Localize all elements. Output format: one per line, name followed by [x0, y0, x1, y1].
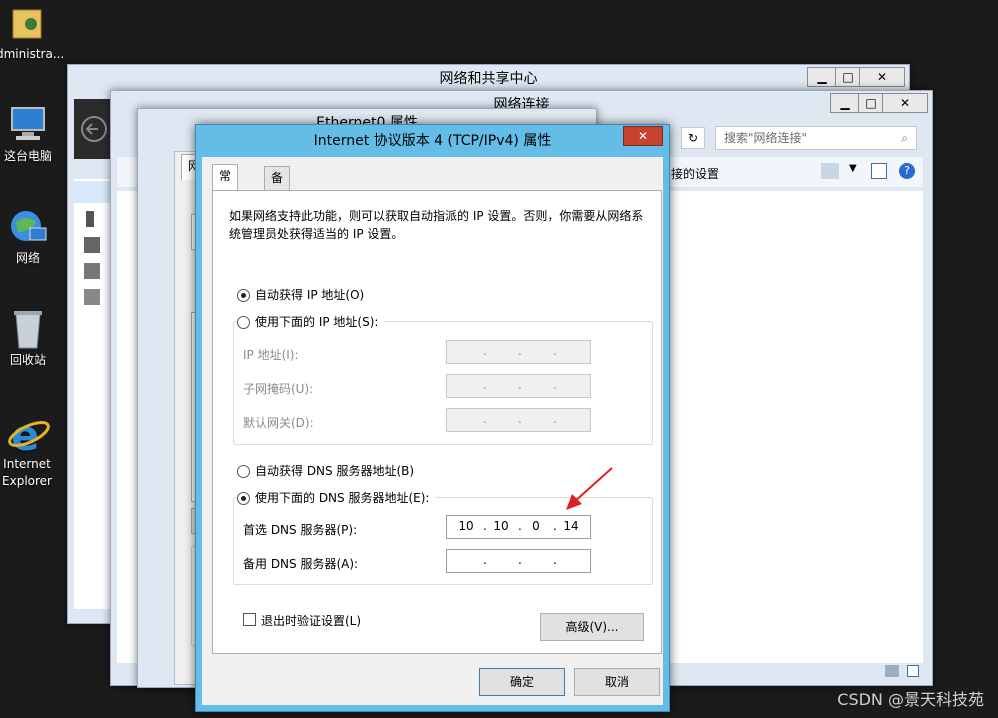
- minimize-button[interactable]: ▁: [830, 93, 860, 113]
- desktop-icon-label: 网络: [15, 251, 40, 265]
- desktop-icon-this-pc[interactable]: 这台电脑: [0, 104, 59, 165]
- search-icon: ⌕: [901, 131, 908, 145]
- left-nav-panel: [74, 179, 114, 609]
- desktop-icon-label: 这台电脑: [3, 149, 52, 163]
- watermark-text: CSDN @景天科技苑: [837, 690, 984, 709]
- ok-button[interactable]: 确定: [479, 668, 565, 696]
- recycle-bin-icon: [8, 308, 48, 349]
- preferred-dns-field[interactable]: 10 . 10 . 0 . 14: [446, 515, 591, 539]
- toolbar-settings-link[interactable]: 接的设置: [671, 165, 719, 182]
- desktop-icon-label: 回收站: [9, 353, 46, 367]
- refresh-icon[interactable]: ↻: [681, 127, 705, 149]
- desktop-icon-label: Explorer: [2, 474, 52, 488]
- back-button[interactable]: [74, 99, 114, 159]
- tab-alternate-config[interactable]: 备用配置: [264, 166, 291, 251]
- search-input[interactable]: 搜索"网络连接" ⌕: [715, 126, 917, 150]
- details-view-icon[interactable]: [885, 665, 899, 677]
- maximize-button[interactable]: □: [858, 93, 884, 113]
- nav-icon-grid[interactable]: [74, 181, 114, 203]
- alternate-dns-label: 备用 DNS 服务器(A):: [243, 557, 359, 571]
- dialog-close-button[interactable]: ✕: [623, 126, 663, 146]
- desktop-icon-label: dministra...: [0, 47, 65, 61]
- desktop-icon-administrator[interactable]: dministra...: [0, 2, 65, 63]
- subnet-mask-label: 子网掩码(U):: [243, 382, 314, 396]
- ip-address-field[interactable]: . . .: [446, 340, 591, 364]
- subnet-mask-field[interactable]: . . .: [446, 374, 591, 398]
- desktop-icon-internet-explorer[interactable]: e Internet Explorer: [0, 411, 58, 490]
- close-button[interactable]: ✕: [859, 67, 905, 87]
- validate-on-exit-checkbox[interactable]: [243, 613, 256, 626]
- computer-icon: [8, 104, 48, 144]
- preview-pane-icon[interactable]: [871, 163, 887, 179]
- ipv4-properties-dialog[interactable]: Internet 协议版本 4 (TCP/IPv4) 属性 ✕ 常规 备用配置 …: [195, 124, 670, 712]
- window-title: 网络和共享中心: [439, 71, 538, 87]
- annotation-arrow-icon: [566, 467, 613, 510]
- alternate-dns-field[interactable]: . . .: [446, 549, 591, 573]
- tab-general[interactable]: 常规: [212, 164, 239, 205]
- view-options-icon[interactable]: [821, 163, 839, 179]
- dialog-body: 常规 备用配置 如果网络支持此功能，则可以获取自动指派的 IP 设置。否则，你需…: [202, 157, 663, 705]
- auto-ip-radio[interactable]: 自动获得 IP 地址(O): [237, 287, 365, 303]
- internet-explorer-icon: e: [7, 411, 50, 460]
- chevron-down-icon[interactable]: ▼: [849, 163, 857, 174]
- validate-on-exit-label: 退出时验证设置(L): [261, 614, 362, 628]
- desktop-icon-label: Internet: [3, 457, 51, 471]
- user-folder-icon: [7, 2, 47, 42]
- dialog-title: Internet 协议版本 4 (TCP/IPv4) 属性: [313, 133, 552, 149]
- large-icons-view-icon[interactable]: [907, 665, 919, 677]
- manual-ip-radio[interactable]: 使用下面的 IP 地址(S):: [237, 314, 385, 330]
- default-gateway-field[interactable]: . . .: [446, 408, 591, 432]
- close-button[interactable]: ✕: [882, 93, 928, 113]
- network-globe-icon: [8, 206, 48, 246]
- nav-icon-info[interactable]: [86, 211, 94, 227]
- advanced-button[interactable]: 高级(V)...: [540, 613, 644, 641]
- description-text: 如果网络支持此功能，则可以获取自动指派的 IP 设置。否则，你需要从网络系统管理…: [229, 209, 644, 241]
- nav-icon-files[interactable]: [84, 237, 100, 253]
- desktop-icon-recycle-bin[interactable]: 回收站: [0, 308, 59, 369]
- nav-icon-network-drive[interactable]: [84, 289, 100, 305]
- window-titlebar[interactable]: 网络和共享中心 ▁ □ ✕: [68, 65, 909, 93]
- maximize-button[interactable]: □: [835, 67, 861, 87]
- general-tab-panel: 如果网络支持此功能，则可以获取自动指派的 IP 设置。否则，你需要从网络系统管理…: [212, 190, 662, 654]
- back-arrow-icon: [81, 116, 107, 142]
- minimize-button[interactable]: ▁: [807, 67, 837, 87]
- manual-dns-radio[interactable]: 使用下面的 DNS 服务器地址(E):: [237, 490, 436, 506]
- desktop-icon-network[interactable]: 网络: [0, 206, 59, 267]
- help-icon[interactable]: ?: [899, 163, 915, 179]
- default-gateway-label: 默认网关(D):: [243, 416, 314, 430]
- preferred-dns-label: 首选 DNS 服务器(P):: [243, 523, 358, 537]
- nav-icon-copy[interactable]: [84, 263, 100, 279]
- search-placeholder: 搜索"网络连接": [724, 131, 808, 145]
- cancel-button[interactable]: 取消: [574, 668, 660, 696]
- auto-dns-radio[interactable]: 自动获得 DNS 服务器地址(B): [237, 463, 415, 479]
- ip-address-label: IP 地址(I):: [243, 348, 299, 362]
